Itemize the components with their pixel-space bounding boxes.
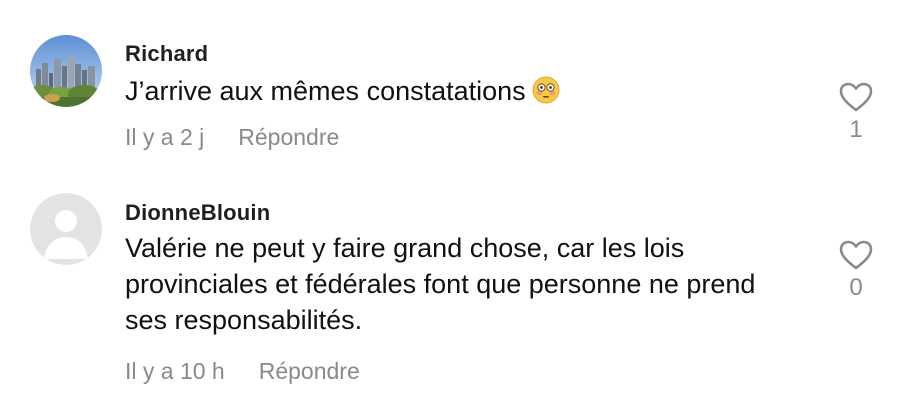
city-skyline-photo <box>30 35 102 107</box>
heart-icon[interactable] <box>839 240 873 270</box>
timestamp: Il y a 2 j <box>125 124 205 150</box>
username[interactable]: DionneBlouin <box>125 200 270 226</box>
flushed-face-icon <box>532 76 560 104</box>
like-area: 1 <box>836 82 876 144</box>
comment-text-content: J’arrive aux mêmes constatations <box>125 76 526 106</box>
username[interactable]: Richard <box>125 41 208 67</box>
reply-button[interactable]: Répondre <box>238 124 339 151</box>
timestamp: Il y a 10 h <box>125 358 225 384</box>
heart-icon[interactable] <box>839 82 873 112</box>
default-user-icon <box>30 193 102 265</box>
comment-text: J’arrive aux mêmes constatations <box>125 73 805 109</box>
comment-meta: Il y a 2 j Répondre <box>125 124 339 151</box>
avatar[interactable] <box>30 193 102 265</box>
comment-text: Valérie ne peut y faire grand chose, car… <box>125 233 756 335</box>
like-count: 1 <box>849 116 863 143</box>
reply-button[interactable]: Répondre <box>259 358 360 385</box>
avatar[interactable] <box>30 35 102 107</box>
like-area: 0 <box>836 240 876 302</box>
comment-meta: Il y a 10 h Répondre <box>125 358 360 385</box>
comment-item: Richard J’arrive aux mêmes constatations… <box>0 0 900 180</box>
comment-item: DionneBlouin Valérie ne peut y faire gra… <box>0 180 900 402</box>
like-count: 0 <box>849 274 863 301</box>
